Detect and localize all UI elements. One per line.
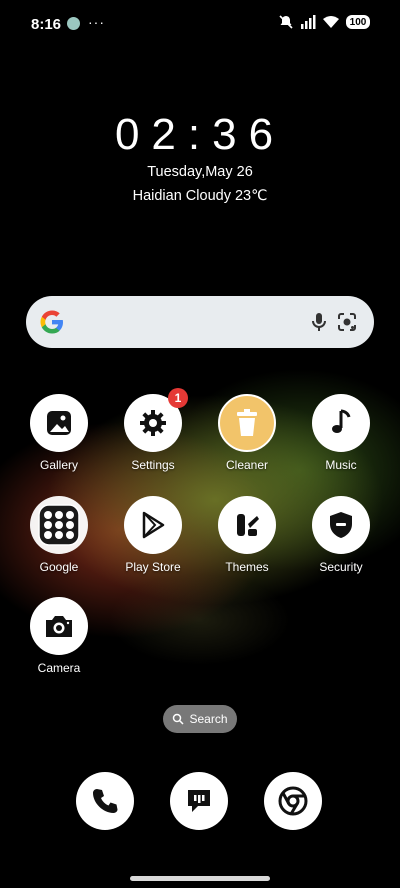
app-security[interactable]: Security xyxy=(296,496,386,574)
play-store-icon xyxy=(124,496,182,554)
phone-icon xyxy=(93,789,118,813)
music-note-icon xyxy=(312,394,370,452)
app-label: Cleaner xyxy=(225,458,269,472)
signal-icon xyxy=(301,15,316,29)
status-icons: 100 xyxy=(278,14,370,30)
search-icon xyxy=(173,713,185,725)
gallery-icon xyxy=(30,394,88,452)
app-label: Gallery xyxy=(39,458,78,472)
google-search-bar[interactable] xyxy=(26,296,374,348)
trash-icon xyxy=(218,394,276,452)
camera-icon xyxy=(30,597,88,655)
app-cleaner[interactable]: Cleaner xyxy=(202,394,292,472)
app-label: Security xyxy=(319,560,363,574)
status-time: 8:16 xyxy=(31,16,62,33)
search-label: Search xyxy=(189,712,228,726)
notification-badge: 1 xyxy=(168,388,188,408)
app-label: Play Store xyxy=(125,560,181,574)
google-folder-icon xyxy=(30,496,88,554)
app-camera[interactable]: Camera xyxy=(14,597,104,675)
gear-icon: 1 xyxy=(124,388,188,452)
app-label: Settings xyxy=(131,458,175,472)
shield-icon xyxy=(312,496,370,554)
date-text[interactable]: Tuesday,May 26 xyxy=(0,164,400,180)
messages-icon xyxy=(188,790,210,812)
wifi-icon xyxy=(323,16,339,28)
app-google-folder[interactable]: Google xyxy=(14,496,104,574)
notification-app-icon xyxy=(67,17,80,30)
weather-text[interactable]: Haidian Cloudy 23℃ xyxy=(0,188,400,204)
dock-chrome[interactable] xyxy=(264,772,322,830)
google-lens-icon[interactable] xyxy=(335,310,359,334)
app-label: Themes xyxy=(225,560,269,574)
app-label: Camera xyxy=(37,661,81,675)
chrome-icon xyxy=(278,786,308,816)
dock-messages[interactable] xyxy=(170,772,228,830)
google-logo-icon xyxy=(40,310,63,334)
app-themes[interactable]: Themes xyxy=(202,496,292,574)
app-label: Google xyxy=(39,560,79,574)
status-bar: 8:16 ··· 100 xyxy=(0,0,400,48)
app-label: Music xyxy=(325,458,357,472)
app-gallery[interactable]: Gallery xyxy=(14,394,104,472)
home-indicator[interactable] xyxy=(130,876,270,881)
more-notifications-icon: ··· xyxy=(88,14,105,30)
app-search-button[interactable]: Search xyxy=(163,705,237,733)
dock-phone[interactable] xyxy=(76,772,134,830)
app-music[interactable]: Music xyxy=(296,394,386,472)
microphone-icon[interactable] xyxy=(307,310,331,334)
clock-widget[interactable]: 02:36 xyxy=(0,110,400,160)
app-settings[interactable]: 1 Settings xyxy=(108,388,198,472)
themes-icon xyxy=(218,496,276,554)
app-play-store[interactable]: Play Store xyxy=(108,496,198,574)
mute-bell-icon xyxy=(279,15,293,29)
battery-indicator: 100 xyxy=(346,15,370,29)
